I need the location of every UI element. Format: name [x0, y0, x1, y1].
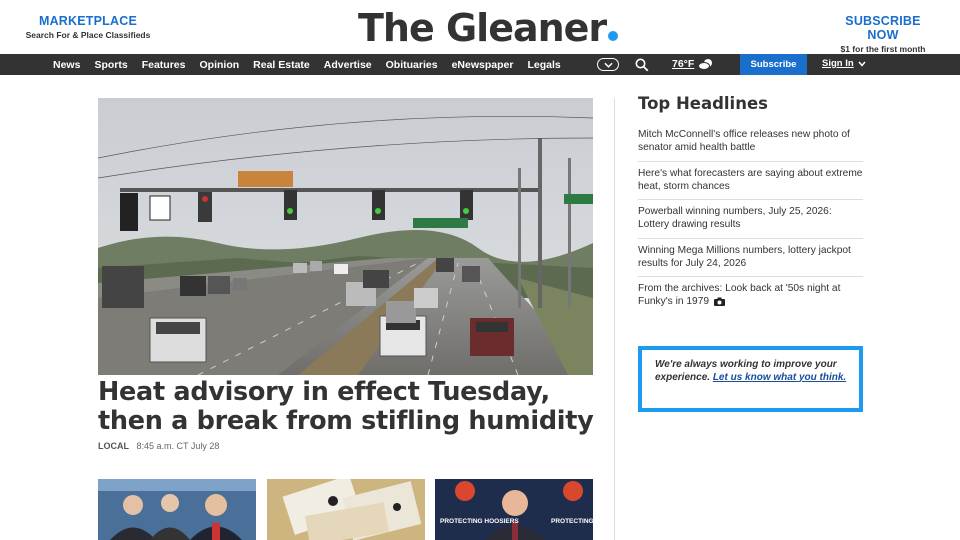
hero-image[interactable]	[98, 98, 593, 375]
search-icon[interactable]	[635, 58, 649, 72]
thumbnail-people-photo	[98, 479, 256, 540]
headline-link[interactable]: Mitch McConnell's office releases new ph…	[638, 123, 863, 162]
story-thumbnail[interactable]: PROTECTING HOOSIERS PROTECTING HOOSIERS	[435, 479, 593, 540]
headline-link[interactable]: Powerball winning numbers, July 25, 2026…	[638, 200, 863, 239]
partly-cloudy-icon	[698, 59, 713, 70]
sign-in-menu[interactable]: Sign In	[822, 58, 866, 69]
nav-item-obituaries[interactable]: Obituaries	[386, 59, 438, 71]
nav-item-features[interactable]: Features	[142, 59, 186, 71]
headline-link[interactable]: From the archives: Look back at '50s nig…	[638, 277, 863, 316]
top-headlines-module: Top Headlines Mitch McConnell's office r…	[638, 94, 863, 316]
marketplace-title: MARKETPLACE	[38, 14, 138, 28]
more-menu-button[interactable]	[597, 58, 619, 71]
story-thumbnail[interactable]	[267, 479, 425, 540]
headline-text: From the archives: Look back at '50s nig…	[638, 283, 841, 307]
protecting-hoosiers-sign-right: PROTECTING HOOSIERS	[551, 518, 593, 525]
feedback-link[interactable]: Let us know what you think.	[713, 372, 846, 383]
nav-item-opinion[interactable]: Opinion	[199, 59, 239, 71]
story-thumbnail[interactable]	[98, 479, 256, 540]
hero-meta: LOCAL 8:45 a.m. CT July 28	[98, 441, 219, 451]
column-divider	[614, 98, 615, 540]
sign-in-label: Sign In	[822, 58, 854, 69]
marketplace-link[interactable]: MARKETPLACE Search For & Place Classifie…	[22, 14, 154, 40]
subscribe-button[interactable]: Subscribe	[740, 54, 807, 75]
thumbnail-press-photo: PROTECTING HOOSIERS PROTECTING HOOSIERS	[435, 479, 593, 540]
nav-item-news[interactable]: News	[53, 59, 80, 71]
subscribe-now-link[interactable]: SUBSCRIBE NOW $1 for the first month	[828, 14, 938, 54]
site-logo[interactable]: The Gleaner	[358, 6, 619, 50]
headline-link[interactable]: Winning Mega Millions numbers, lottery j…	[638, 239, 863, 277]
feedback-box: We're always working to improve your exp…	[638, 346, 863, 412]
logo-text: The Gleaner	[358, 6, 607, 50]
chevron-down-icon	[858, 61, 866, 67]
thumbnail-lottery-photo	[267, 479, 425, 540]
section-label[interactable]: LOCAL	[98, 441, 129, 451]
nav-item-advertise[interactable]: Advertise	[324, 59, 372, 71]
main-nav: News Sports Features Opinion Real Estate…	[0, 54, 960, 75]
logo-dot	[608, 31, 619, 41]
timestamp: 8:45 a.m. CT July 28	[136, 441, 220, 451]
nav-item-sports[interactable]: Sports	[94, 59, 127, 71]
marketplace-subtitle: Search For & Place Classifieds	[25, 30, 151, 40]
protecting-hoosiers-sign-left: PROTECTING HOOSIERS	[440, 518, 519, 525]
masthead: MARKETPLACE Search For & Place Classifie…	[0, 0, 960, 54]
chevron-down-icon	[603, 62, 613, 68]
subscribe-now-subtitle: $1 for the first month	[840, 44, 926, 54]
headline-link[interactable]: Here's what forecasters are saying about…	[638, 162, 863, 200]
camera-icon	[713, 297, 725, 306]
nav-item-legals[interactable]: Legals	[527, 59, 560, 71]
nav-item-real-estate[interactable]: Real Estate	[253, 59, 310, 71]
weather-temp: 76°F	[672, 58, 695, 70]
subscribe-now-title: SUBSCRIBE NOW	[845, 14, 921, 42]
nav-item-enewspaper[interactable]: eNewspaper	[452, 59, 514, 71]
top-headlines-title: Top Headlines	[638, 94, 768, 113]
highway-photo	[98, 98, 593, 375]
hero-headline[interactable]: Heat advisory in effect Tuesday, then a …	[98, 378, 598, 436]
weather-link[interactable]: 76°F	[672, 57, 714, 71]
